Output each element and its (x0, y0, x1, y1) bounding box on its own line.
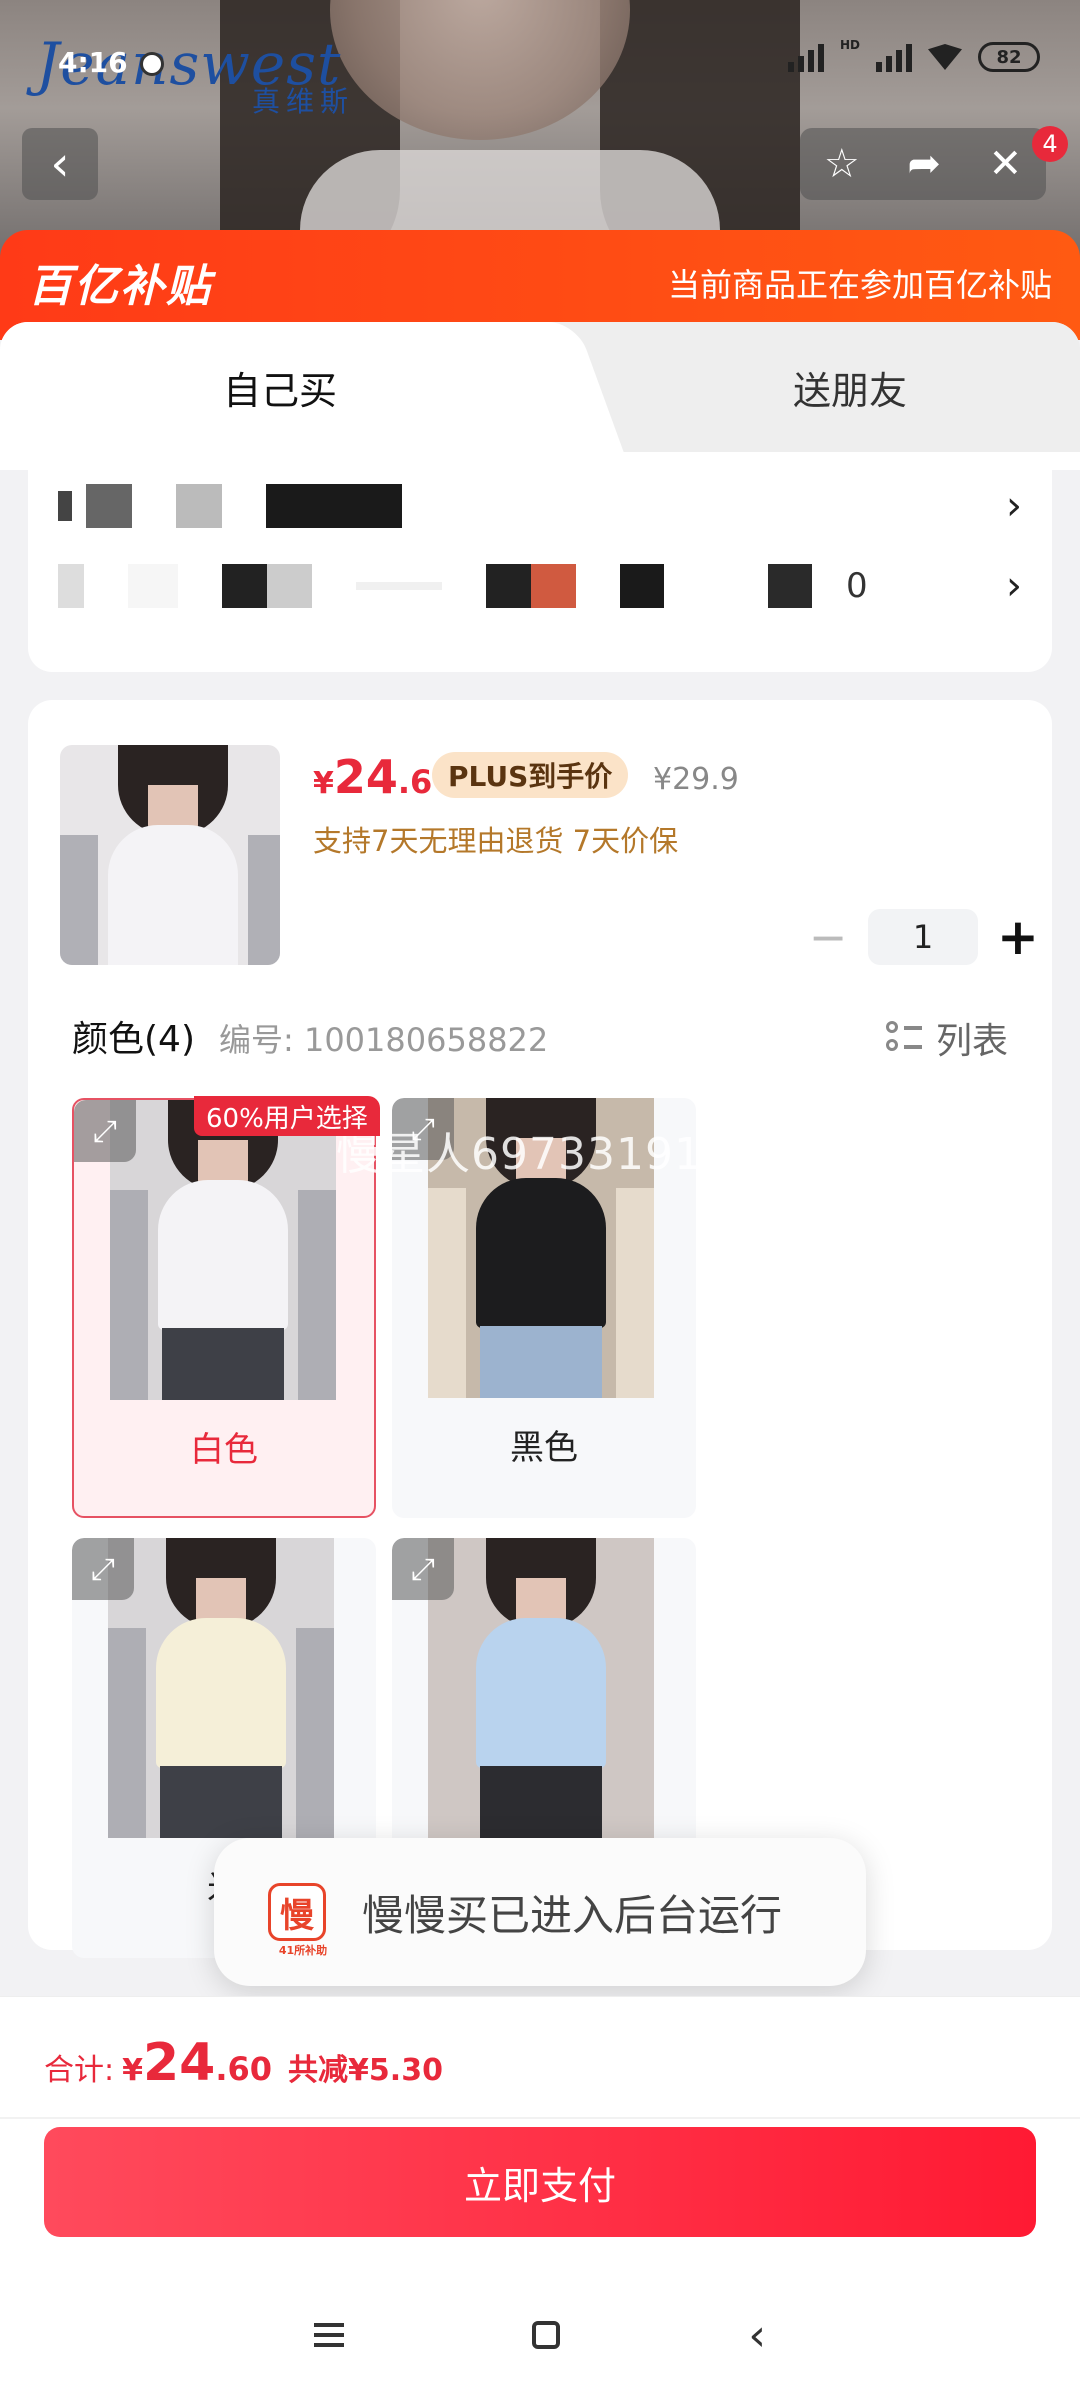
network-type: HD (839, 38, 860, 52)
signal-icon (787, 42, 824, 72)
tab-self-buy-label: 自己买 (222, 368, 337, 413)
address-card[interactable]: › 0 › (28, 460, 1052, 672)
color-title: 颜色(4) (72, 1019, 195, 1060)
wifi-icon (928, 44, 962, 70)
list-label: 列表 (935, 1021, 1008, 1062)
address-row-detail[interactable]: 0 › (58, 556, 1022, 616)
color-option-white[interactable]: ⤢ 白色 (72, 1098, 376, 1518)
decrease-button[interactable]: − (798, 910, 858, 964)
color-option-label: 黑色 (510, 1428, 578, 1468)
system-navigation: ‹ (0, 2290, 1080, 2380)
close-icon[interactable]: ✕ (989, 141, 1023, 187)
watermark-text: 慢星人69733191X (336, 1129, 735, 1180)
tab-gift-label: 送朋友 (792, 368, 907, 413)
list-view-button[interactable]: 列表 (885, 1012, 1008, 1064)
expand-icon[interactable]: ⤢ (74, 1100, 136, 1162)
pay-now-button[interactable]: 立即支付 (44, 2127, 1036, 2237)
product-code: 编号: 100180658822 (219, 1021, 549, 1059)
manmanmai-app-icon: 慢 41所补助 (268, 1883, 327, 1957)
back-icon[interactable]: ‹ (748, 2310, 766, 2361)
color-option-image (108, 1538, 334, 1838)
notification-badge: 4 (1032, 126, 1068, 162)
subsidy-brand: 百亿补贴 (28, 261, 212, 312)
total-discount: 共减¥5.30 (288, 2053, 443, 2088)
color-option-label: 白色 (190, 1430, 258, 1470)
battery-icon: 82 (978, 42, 1040, 72)
star-icon[interactable]: ☆ (824, 141, 860, 187)
tab-self-buy[interactable]: 自己买 (0, 322, 560, 452)
popular-choice-badge: 60%用户选择 (194, 1096, 380, 1136)
expand-icon[interactable]: ⤢ (72, 1538, 134, 1600)
product-card: ¥ 24 .6 PLUS到手价 ¥29.9 支持7天无理由退货 7天价保 − 1… (28, 700, 1052, 1958)
expand-icon[interactable]: ⤢ (392, 1538, 454, 1600)
guarantee-text: 支持7天无理由退货 7天价保 (313, 824, 679, 858)
status-icons: HD 82 (787, 38, 1040, 72)
notification-dot-icon (140, 52, 164, 76)
top-actions: ☆ ➦ ✕ (800, 128, 1046, 200)
color-header: 颜色(4) 编号: 100180658822 (72, 1010, 548, 1062)
chevron-right-icon: › (1006, 483, 1022, 529)
chevron-left-icon: ‹ (50, 136, 70, 192)
status-time: 4:16 (58, 46, 128, 79)
quantity-stepper: − 1 + (798, 908, 1048, 966)
brand-logo-sub: 真维斯 (252, 85, 355, 118)
product-thumbnail[interactable] (60, 745, 280, 965)
menu-icon[interactable] (314, 2323, 345, 2347)
tab-gift[interactable]: 送朋友 (560, 322, 1080, 452)
list-icon (885, 1021, 922, 1055)
subsidy-note: 当前商品正在参加百亿补贴 (667, 266, 1052, 304)
total-label: 合计: (44, 2053, 115, 2088)
increase-button[interactable]: + (988, 908, 1048, 966)
color-option-image (110, 1100, 336, 1400)
color-option-image (428, 1538, 654, 1838)
order-total: 合计: ¥ 24 .60 共减¥5.30 (44, 2033, 443, 2093)
share-icon[interactable]: ➦ (907, 141, 941, 187)
original-price: ¥29.9 (653, 762, 739, 797)
signal-2-icon (876, 42, 912, 72)
background-toast: 慢 41所补助 慢慢买已进入后台运行 (214, 1838, 866, 1986)
chevron-right-icon: › (1006, 563, 1022, 609)
plus-price-tag: PLUS到手价 (432, 752, 629, 798)
address-row-name[interactable]: › (58, 476, 1022, 536)
home-icon[interactable] (532, 2321, 561, 2349)
quantity-value[interactable]: 1 (868, 909, 978, 965)
address-tail: 0 (846, 566, 868, 606)
toast-message: 慢慢买已进入后台运行 (362, 1890, 783, 1940)
product-price: ¥ 24 .6 (313, 750, 433, 804)
back-button[interactable]: ‹ (22, 128, 98, 200)
